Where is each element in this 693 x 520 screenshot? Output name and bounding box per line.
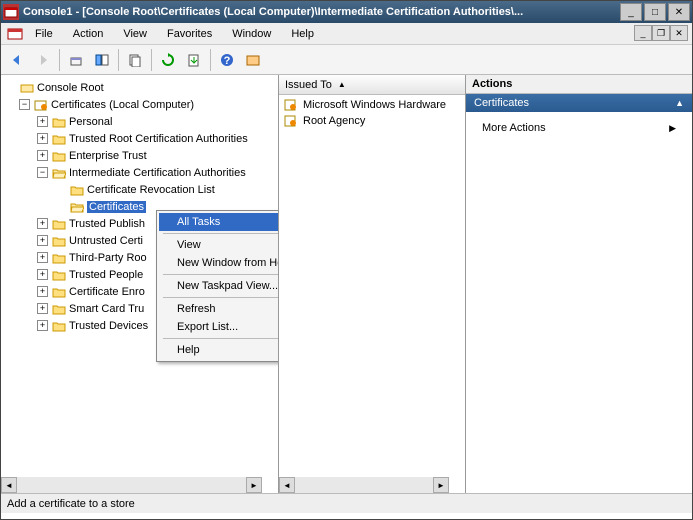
mdi-restore-button[interactable]: ❐ [652, 25, 670, 41]
actions-header: Actions [466, 75, 692, 94]
folder-icon [51, 319, 67, 333]
status-bar: Add a certificate to a store [1, 493, 692, 513]
expand-icon[interactable]: + [37, 218, 48, 229]
window-title: Console1 - [Console Root\Certificates (L… [23, 6, 620, 18]
ctx-separator [163, 338, 279, 339]
ctx-separator [163, 297, 279, 298]
actions-more-actions[interactable]: More Actions ▶ [470, 118, 688, 138]
copy-button[interactable] [123, 48, 147, 72]
ctx-new-window[interactable]: New Window from Here [159, 254, 279, 272]
tree-node-crl[interactable]: Certificate Revocation List [1, 181, 278, 198]
ctx-separator [163, 274, 279, 275]
tree-scrollbar-horizontal[interactable]: ◄ ► [1, 477, 262, 493]
scroll-left-button[interactable]: ◄ [279, 477, 295, 493]
ctx-all-tasks[interactable]: All Tasks Import... [159, 213, 279, 231]
mdi-icon [7, 26, 23, 42]
submenu-arrow-icon: ▶ [669, 123, 676, 134]
svg-text:?: ? [224, 55, 231, 67]
ctx-view[interactable]: View [159, 236, 279, 254]
back-button[interactable] [5, 48, 29, 72]
minimize-button[interactable]: _ [620, 3, 642, 21]
options-button[interactable] [241, 48, 265, 72]
mdi-close-button[interactable]: ✕ [670, 25, 688, 41]
folder-icon [51, 115, 67, 129]
ctx-refresh[interactable]: Refresh [159, 300, 279, 318]
folder-open-icon [51, 166, 67, 180]
up-button[interactable] [64, 48, 88, 72]
expand-icon[interactable]: + [37, 116, 48, 127]
forward-button[interactable] [31, 48, 55, 72]
list-item[interactable]: Root Agency [281, 113, 463, 129]
collapse-up-icon: ▲ [675, 98, 684, 108]
expand-icon[interactable]: + [37, 303, 48, 314]
certificate-icon [283, 114, 299, 128]
list-scrollbar-horizontal[interactable]: ◄ ► [279, 477, 449, 493]
context-menu: All Tasks Import... View New Window from… [156, 210, 279, 362]
list-pane: Issued To ▲ Microsoft Windows Hardware R… [279, 75, 466, 493]
scroll-left-button[interactable]: ◄ [1, 477, 17, 493]
mdi-minimize-button[interactable]: _ [634, 25, 652, 41]
ctx-new-taskpad[interactable]: New Taskpad View... [159, 277, 279, 295]
refresh-button[interactable] [156, 48, 180, 72]
folder-icon [51, 268, 67, 282]
tree-node-enterprise-trust[interactable]: + Enterprise Trust [1, 147, 278, 164]
menu-bar: File Action View Favorites Window Help _… [1, 23, 692, 45]
title-bar: Console1 - [Console Root\Certificates (L… [1, 1, 692, 23]
tree-pane: Console Root − Certificates (Local Compu… [1, 75, 279, 493]
ctx-separator [163, 233, 279, 234]
expand-icon[interactable]: + [37, 150, 48, 161]
menu-file[interactable]: File [27, 26, 61, 42]
tree-node-intermediate[interactable]: − Intermediate Certification Authorities [1, 164, 278, 181]
menu-favorites[interactable]: Favorites [159, 26, 220, 42]
list-column-header[interactable]: Issued To ▲ [279, 75, 465, 95]
collapse-icon[interactable]: − [37, 167, 48, 178]
menu-action[interactable]: Action [65, 26, 112, 42]
close-button[interactable]: ✕ [668, 3, 690, 21]
tree-node-certificates-computer[interactable]: − Certificates (Local Computer) [1, 96, 278, 113]
menu-view[interactable]: View [115, 26, 155, 42]
folder-icon [51, 234, 67, 248]
window-controls: _ □ ✕ [620, 3, 690, 21]
certificate-icon [283, 98, 299, 112]
expand-icon[interactable]: + [37, 286, 48, 297]
app-icon [3, 4, 19, 20]
expand-icon[interactable]: + [37, 252, 48, 263]
folder-icon [69, 183, 85, 197]
main-area: Console Root − Certificates (Local Compu… [1, 75, 692, 493]
tree-node-trusted-root[interactable]: + Trusted Root Certification Authorities [1, 130, 278, 147]
actions-section-certificates[interactable]: Certificates ▲ [466, 94, 692, 112]
folder-icon [51, 217, 67, 231]
folder-icon [51, 251, 67, 265]
ctx-export-list[interactable]: Export List... [159, 318, 279, 336]
toolbar: ? [1, 45, 692, 75]
sort-ascending-icon: ▲ [338, 80, 346, 89]
certificate-store-icon [33, 98, 49, 112]
folder-icon [51, 149, 67, 163]
expand-icon[interactable]: + [37, 320, 48, 331]
tree-node-console-root[interactable]: Console Root [1, 79, 278, 96]
expand-icon[interactable]: + [37, 133, 48, 144]
list-item[interactable]: Microsoft Windows Hardware [281, 97, 463, 113]
scroll-right-button[interactable]: ► [433, 477, 449, 493]
status-text: Add a certificate to a store [7, 498, 135, 510]
maximize-button[interactable]: □ [644, 3, 666, 21]
folder-icon [51, 132, 67, 146]
folder-icon [51, 285, 67, 299]
actions-pane: Actions Certificates ▲ More Actions ▶ [466, 75, 692, 493]
folder-open-icon [69, 200, 85, 214]
collapse-icon[interactable]: − [19, 99, 30, 110]
console-icon [19, 81, 35, 95]
show-hide-button[interactable] [90, 48, 114, 72]
ctx-help[interactable]: Help [159, 341, 279, 359]
export-button[interactable] [182, 48, 206, 72]
menu-help[interactable]: Help [283, 26, 322, 42]
tree-node-personal[interactable]: + Personal [1, 113, 278, 130]
folder-icon [51, 302, 67, 316]
expand-icon[interactable]: + [37, 235, 48, 246]
help-button[interactable]: ? [215, 48, 239, 72]
scroll-right-button[interactable]: ► [246, 477, 262, 493]
menu-window[interactable]: Window [224, 26, 279, 42]
expand-icon[interactable]: + [37, 269, 48, 280]
